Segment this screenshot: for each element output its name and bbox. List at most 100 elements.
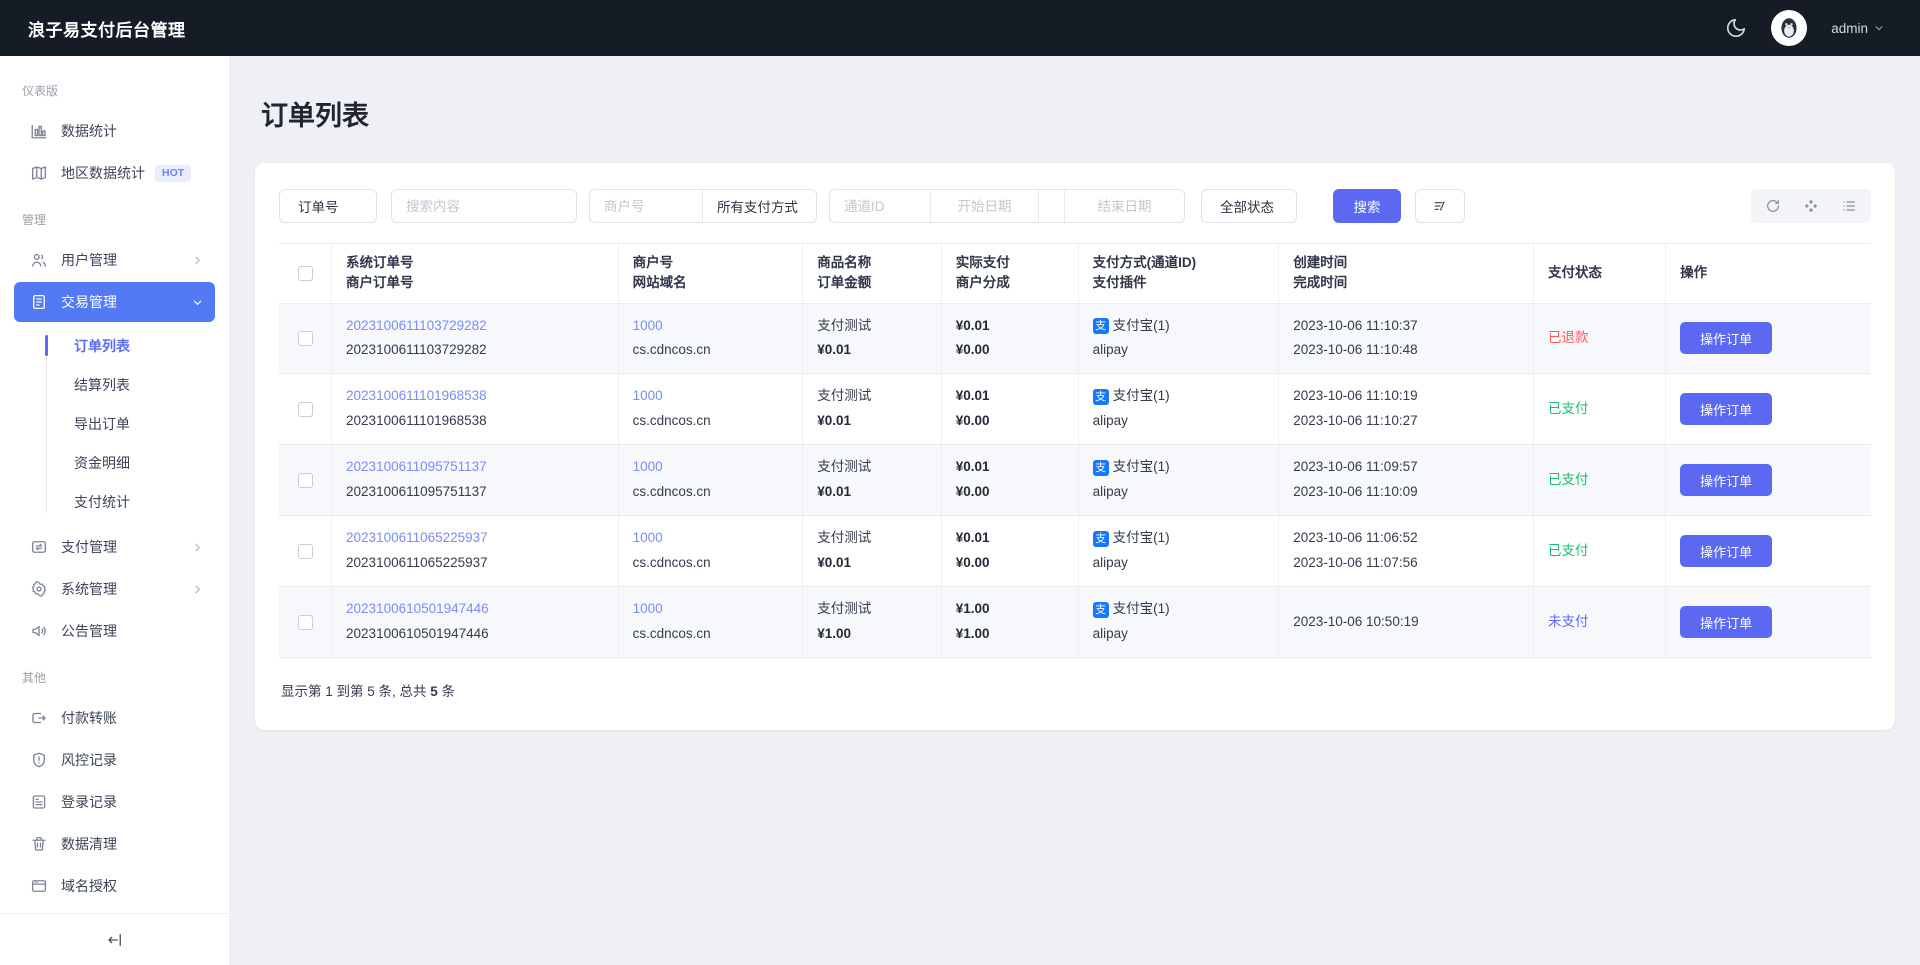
row-checkbox[interactable] bbox=[297, 401, 313, 417]
browser-window-icon bbox=[31, 880, 47, 892]
chevron-right-icon bbox=[195, 585, 201, 593]
merchant-method-group: 所有支付方式 bbox=[589, 189, 817, 223]
submenu-item-export-orders[interactable]: 导出订单 bbox=[0, 404, 229, 443]
submenu-item-order-list[interactable]: 订单列表 bbox=[0, 326, 229, 365]
order-list-card: 订单号 所有支付方式 全部状态 bbox=[255, 163, 1895, 731]
merchant-id-input[interactable] bbox=[590, 190, 702, 222]
submenu-item-payment-stats[interactable]: 支付统计 bbox=[0, 482, 229, 521]
topbar: 浪子易支付后台管理 admin bbox=[0, 0, 1920, 56]
submenu-item-settle-list[interactable]: 结算列表 bbox=[0, 365, 229, 404]
table-row: 2023100611101968538 2023100611101968538 1… bbox=[279, 373, 1871, 446]
operate-order-button[interactable]: 操作订单 bbox=[1680, 393, 1773, 426]
sys-order-link[interactable]: 2023100611095751137 bbox=[346, 455, 604, 480]
merchant-id-link[interactable]: 1000 bbox=[633, 455, 789, 480]
chevron-down-icon bbox=[1875, 26, 1883, 31]
sidebar-collapse-button[interactable] bbox=[0, 913, 229, 965]
status-badge: 已支付 bbox=[1547, 471, 1589, 487]
app-title: 浪子易支付后台管理 bbox=[28, 20, 186, 40]
sidebar-item-domain-authorization[interactable]: 域名授权 bbox=[14, 866, 215, 906]
operate-order-button[interactable]: 操作订单 bbox=[1680, 464, 1773, 497]
sidebar-item-label: 登录记录 bbox=[61, 794, 117, 810]
dark-mode-moon-icon[interactable] bbox=[1725, 17, 1747, 39]
pay-method-select[interactable]: 所有支付方式 bbox=[701, 190, 816, 222]
select-all-checkbox[interactable] bbox=[297, 266, 313, 282]
sidebar-item-user-management[interactable]: 用户管理 bbox=[14, 240, 215, 280]
page-title: 订单列表 bbox=[261, 101, 369, 131]
sidebar-item-label: 公告管理 bbox=[61, 623, 117, 639]
sidebar-item-label: 付款转账 bbox=[61, 710, 117, 726]
merchant-id-link[interactable]: 1000 bbox=[633, 526, 789, 551]
table-row: 2023100610501947446 2023100610501947446 1… bbox=[279, 586, 1871, 659]
sys-order-link[interactable]: 2023100611101968538 bbox=[346, 384, 604, 409]
sidebar-item-announcement-management[interactable]: 公告管理 bbox=[14, 611, 215, 651]
sidebar-item-label: 风控记录 bbox=[61, 752, 117, 768]
sidebar-item-data-stats[interactable]: 数据统计 bbox=[14, 111, 215, 151]
sys-order-link[interactable]: 2023100610501947446 bbox=[346, 597, 604, 622]
map-icon bbox=[31, 166, 47, 180]
table-header-row: 系统订单号 商户订单号 商户号 网站域名 商品名称 订单金额 实际支付 商户分成 支付方… bbox=[279, 243, 1871, 304]
column-list-icon[interactable] bbox=[1841, 198, 1857, 214]
order-type-select[interactable]: 订单号 bbox=[279, 189, 377, 223]
advanced-filter-button[interactable] bbox=[1415, 189, 1465, 223]
sidebar-item-payout-transfer[interactable]: 付款转账 bbox=[14, 698, 215, 738]
sys-order-link[interactable]: 2023100611065225937 bbox=[346, 526, 604, 551]
section-dashboard: 仪表版 bbox=[22, 84, 59, 98]
submenu-item-fund-details[interactable]: 资金明细 bbox=[0, 443, 229, 482]
channel-date-group bbox=[829, 189, 1185, 223]
transaction-submenu: 订单列表 结算列表 导出订单 资金明细 支付统计 bbox=[0, 326, 229, 521]
sidebar-item-login-records[interactable]: 登录记录 bbox=[14, 782, 215, 822]
channel-id-input[interactable] bbox=[830, 190, 930, 222]
merchant-id-link[interactable]: 1000 bbox=[633, 597, 789, 622]
search-button[interactable]: 搜索 bbox=[1333, 189, 1401, 223]
end-date-input[interactable] bbox=[1065, 190, 1184, 222]
sidebar-item-region-stats[interactable]: 地区数据统计 HOT bbox=[14, 153, 215, 193]
operate-order-button[interactable]: 操作订单 bbox=[1680, 606, 1773, 639]
sidebar-item-payment-management[interactable]: 支付管理 bbox=[14, 527, 215, 567]
sidebar-item-label: 地区数据统计 bbox=[61, 165, 145, 181]
hot-badge: HOT bbox=[155, 164, 192, 182]
status-select[interactable]: 全部状态 bbox=[1201, 189, 1297, 223]
table-row: 2023100611095751137 2023100611095751137 1… bbox=[279, 444, 1871, 517]
pagination-summary: 显示第 1 到第 5 条, 总共 5 条 bbox=[281, 684, 456, 700]
sidebar-item-label: 数据统计 bbox=[61, 123, 117, 139]
alipay-icon: 支 bbox=[1092, 601, 1109, 618]
chevron-right-icon bbox=[195, 256, 201, 264]
alipay-icon: 支 bbox=[1092, 459, 1109, 476]
search-input[interactable] bbox=[392, 190, 576, 222]
row-checkbox[interactable] bbox=[297, 614, 313, 630]
chevron-down-icon bbox=[193, 300, 202, 305]
refresh-icon[interactable] bbox=[1765, 198, 1781, 214]
gear-icon bbox=[31, 581, 47, 597]
merchant-id-link[interactable]: 1000 bbox=[633, 314, 789, 339]
status-badge: 未支付 bbox=[1547, 613, 1589, 629]
operate-order-button[interactable]: 操作订单 bbox=[1680, 322, 1773, 355]
orders-table: 系统订单号 商户订单号 商户号 网站域名 商品名称 订单金额 实际支付 商户分成 支付方… bbox=[279, 243, 1871, 659]
row-checkbox[interactable] bbox=[297, 543, 313, 559]
sidebar-item-system-management[interactable]: 系统管理 bbox=[14, 569, 215, 609]
start-date-input[interactable] bbox=[931, 190, 1038, 222]
payment-transfer-icon bbox=[31, 541, 47, 553]
row-checkbox[interactable] bbox=[297, 472, 313, 488]
user-avatar[interactable] bbox=[1771, 10, 1808, 46]
alipay-icon: 支 bbox=[1092, 530, 1109, 547]
status-badge: 已支付 bbox=[1547, 542, 1589, 558]
account-menu[interactable]: admin bbox=[1831, 21, 1884, 36]
bar-chart-icon bbox=[31, 125, 47, 139]
alipay-icon: 支 bbox=[1092, 317, 1109, 334]
row-checkbox[interactable] bbox=[297, 330, 313, 346]
transactions-icon bbox=[33, 294, 45, 310]
sidebar-item-label: 用户管理 bbox=[61, 252, 117, 268]
speaker-icon bbox=[32, 625, 46, 637]
sidebar-item-label: 域名授权 bbox=[61, 878, 117, 894]
operate-order-button[interactable]: 操作订单 bbox=[1680, 535, 1773, 568]
sidebar-item-risk-records[interactable]: 风控记录 bbox=[14, 740, 215, 780]
transfer-out-icon bbox=[32, 712, 46, 724]
merchant-id-link[interactable]: 1000 bbox=[633, 384, 789, 409]
document-log-icon bbox=[32, 795, 46, 809]
chevron-right-icon bbox=[195, 543, 201, 551]
sidebar-item-data-cleanup[interactable]: 数据清理 bbox=[14, 824, 215, 864]
sidebar-item-transaction-management[interactable]: 交易管理 bbox=[14, 282, 215, 322]
fullscreen-move-icon[interactable] bbox=[1803, 198, 1819, 214]
users-icon bbox=[31, 253, 47, 267]
sys-order-link[interactable]: 2023100611103729282 bbox=[346, 314, 604, 339]
